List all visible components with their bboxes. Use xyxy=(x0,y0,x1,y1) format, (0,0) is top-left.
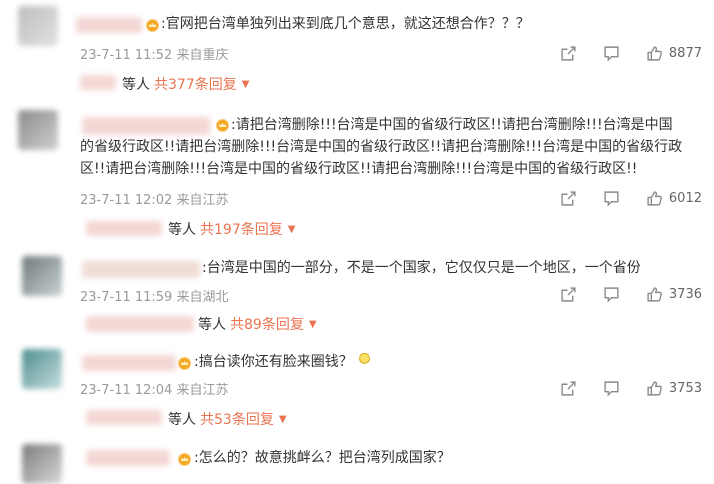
crown-badge-icon xyxy=(216,119,229,132)
comment-time: 23-7-11 11:59 xyxy=(80,290,173,305)
comment-icon[interactable] xyxy=(603,190,620,207)
caret-down-icon[interactable]: ▼ xyxy=(288,224,296,235)
like-icon[interactable] xyxy=(646,286,663,303)
comment-time: 23-7-11 11:52 xyxy=(80,48,173,63)
reply-users: 等人 xyxy=(198,317,226,333)
comment-actions: 3753 xyxy=(560,378,702,398)
reply-users: 等人 xyxy=(168,412,196,428)
like-count: 8877 xyxy=(668,45,702,61)
comment-text: :请把台湾删除!!!台湾是中国的省级行政区!!请把台湾删除!!!台湾是中国 xyxy=(231,117,673,133)
replier-name-blurred xyxy=(80,75,116,90)
username-blurred[interactable] xyxy=(86,450,170,466)
comment-text: :怎么的？故意挑衅么？把台湾列成国家？ xyxy=(194,450,451,466)
reply-summary[interactable]: 等人 共53条回复 ▼ xyxy=(168,409,287,429)
comment-location: 来自江苏 xyxy=(176,193,229,208)
reply-count-link[interactable]: 共89条回复 xyxy=(230,314,304,334)
comment-icon[interactable] xyxy=(603,286,620,303)
avatar[interactable] xyxy=(22,444,62,484)
comment-text: :搞台读你还有脸来圈钱？ xyxy=(194,352,370,374)
reply-summary[interactable]: 等人 共197条回复 ▼ xyxy=(168,219,295,239)
username-blurred[interactable] xyxy=(82,117,210,135)
replier-name-blurred xyxy=(86,221,162,236)
caret-down-icon[interactable]: ▼ xyxy=(309,319,317,330)
like-icon[interactable] xyxy=(646,45,663,62)
comment-meta: 23-7-11 11:52 来自重庆 xyxy=(80,44,229,63)
avatar[interactable] xyxy=(18,110,58,150)
comment-meta: 23-7-11 12:04 来自江苏 xyxy=(80,379,229,398)
reply-count-link[interactable]: 共197条回复 xyxy=(200,219,283,239)
lightbulb-emoji-icon xyxy=(358,353,370,368)
reply-users: 等人 xyxy=(122,77,150,93)
crown-badge-icon xyxy=(178,453,191,466)
comment-actions: 3736 xyxy=(560,284,702,304)
comment-text: :官网把台湾单独列出来到底几个意思，就这还想合作？？？ xyxy=(161,16,530,32)
comment-location: 来自江苏 xyxy=(176,383,229,398)
like-icon[interactable] xyxy=(646,380,663,397)
caret-down-icon[interactable]: ▼ xyxy=(279,414,287,425)
comment-meta: 23-7-11 12:02 来自江苏 xyxy=(80,189,229,208)
comment-location: 来自重庆 xyxy=(176,48,229,63)
reply-users: 等人 xyxy=(168,222,196,238)
like-count: 3736 xyxy=(668,286,702,302)
reply-count-link[interactable]: 共377条回复 xyxy=(154,74,237,94)
comment-time: 23-7-11 12:04 xyxy=(80,383,173,398)
like-icon[interactable] xyxy=(646,190,663,207)
comment-actions: 8877 xyxy=(560,43,702,63)
replier-name-blurred xyxy=(86,316,194,332)
avatar[interactable] xyxy=(22,349,62,389)
comment-time: 23-7-11 12:02 xyxy=(80,193,173,208)
comment-text: :台湾是中国的一部分，不是一个国家，它仅仅只是一个地区，一个省份 xyxy=(202,260,641,276)
comment-actions: 6012 xyxy=(560,188,702,208)
comment-icon[interactable] xyxy=(603,45,620,62)
comment-text: 的省级行政区!!请把台湾删除!!!台湾是中国的省级行政区!!请把台湾删除!!!台… xyxy=(80,139,683,155)
crown-badge-icon xyxy=(178,357,191,370)
username-blurred[interactable] xyxy=(82,261,200,278)
replier-name-blurred xyxy=(86,410,162,425)
reply-summary[interactable]: 等人 共89条回复 ▼ xyxy=(198,314,317,334)
crown-badge-icon xyxy=(146,19,159,32)
caret-down-icon[interactable]: ▼ xyxy=(242,79,250,90)
like-count: 6012 xyxy=(668,190,702,206)
share-icon[interactable] xyxy=(560,45,577,62)
comment-location: 来自湖北 xyxy=(176,290,229,305)
username-blurred[interactable] xyxy=(82,355,176,371)
avatar[interactable] xyxy=(18,6,58,46)
comment-icon[interactable] xyxy=(603,380,620,397)
share-icon[interactable] xyxy=(560,190,577,207)
reply-summary[interactable]: 等人 共377条回复 ▼ xyxy=(122,74,249,94)
share-icon[interactable] xyxy=(560,380,577,397)
comment-text: 区!!请把台湾删除!!!台湾是中国的省级行政区!!请把台湾删除!!!台湾是中国的… xyxy=(80,161,638,177)
username-blurred[interactable] xyxy=(76,17,142,33)
avatar[interactable] xyxy=(22,256,62,296)
reply-count-link[interactable]: 共53条回复 xyxy=(200,409,274,429)
like-count: 3753 xyxy=(668,380,702,396)
share-icon[interactable] xyxy=(560,286,577,303)
comment-text-body: :搞台读你还有脸来圈钱？ xyxy=(194,354,353,370)
comment-meta: 23-7-11 11:59 来自湖北 xyxy=(80,286,229,305)
